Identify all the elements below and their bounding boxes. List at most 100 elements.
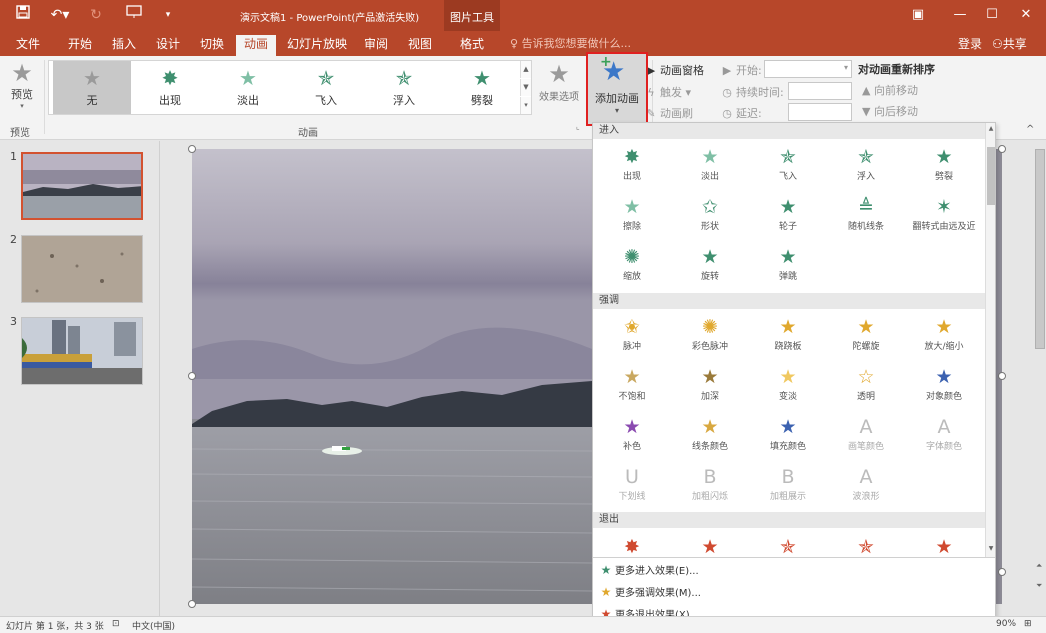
animation-option[interactable]: ✺ 彩色脉冲 xyxy=(671,315,749,363)
gallery-item[interactable]: ★ 劈裂 xyxy=(443,61,521,114)
resize-handle[interactable] xyxy=(188,145,196,153)
animation-painter-button[interactable]: ✎ 动画刷 xyxy=(644,105,693,121)
animation-option[interactable]: ★ 擦除 xyxy=(593,195,671,243)
share-button[interactable]: ⚇共享 xyxy=(992,35,1027,53)
save-icon[interactable] xyxy=(12,4,34,26)
move-earlier-button[interactable]: ▲ 向前移动 xyxy=(862,82,918,98)
animation-option[interactable]: ✺ 缩放 xyxy=(593,245,671,293)
language-status[interactable]: 中文(中国) xyxy=(132,619,175,632)
more-effects-item[interactable]: ★ 更多进入效果(E)... xyxy=(593,559,985,581)
gallery-more-icon[interactable]: ▾ xyxy=(520,97,531,114)
trigger-button[interactable]: ϟ 触发 ▾ xyxy=(644,84,691,100)
resize-handle[interactable] xyxy=(998,568,1006,576)
animation-option[interactable]: ✯ 浮入 xyxy=(827,145,905,193)
animation-option[interactable]: ★ 淡出 xyxy=(671,145,749,193)
gallery-item[interactable]: ✯ 飞入 xyxy=(287,61,365,114)
chevron-up-icon[interactable]: ▲ xyxy=(520,61,531,78)
animation-option[interactable]: ★ 补色 xyxy=(593,415,671,463)
animation-option[interactable]: ★ 弹跳 xyxy=(749,245,827,293)
start-select[interactable]: ▾ xyxy=(764,60,852,78)
add-animation-button[interactable]: + ★ 添加动画 ▾ xyxy=(586,52,648,126)
animation-option[interactable]: ✸ 出现 xyxy=(593,145,671,193)
animation-option[interactable]: ★ 旋转 xyxy=(671,245,749,293)
resize-handle[interactable] xyxy=(998,145,1006,153)
sign-in-link[interactable]: 登录 xyxy=(958,35,982,53)
animation-effect-icon: ≜ xyxy=(858,196,874,218)
scrollbar-thumb[interactable] xyxy=(1035,149,1045,349)
tab-format[interactable]: 格式 xyxy=(452,35,492,56)
preview-star-icon: ★ xyxy=(11,59,33,87)
animation-option[interactable]: ★ 变淡 xyxy=(749,365,827,413)
animation-option[interactable]: ☆ 透明 xyxy=(827,365,905,413)
animation-option[interactable]: ★ 放大/缩小 xyxy=(905,315,983,363)
dialog-launcher-icon[interactable]: ⌞ xyxy=(576,122,580,131)
resize-handle[interactable] xyxy=(188,600,196,608)
customize-qat-icon[interactable]: ▾ xyxy=(160,4,176,26)
ribbon-display-options-icon[interactable]: ▣ xyxy=(904,5,932,25)
chevron-up-icon[interactable]: ⏶ xyxy=(1036,561,1042,571)
animation-option[interactable]: ★ 跷跷板 xyxy=(749,315,827,363)
chevron-down-icon[interactable]: ⏷ xyxy=(1036,581,1042,591)
tab-transitions[interactable]: 切换 xyxy=(192,35,232,56)
animation-effect-icon: ✺ xyxy=(702,316,718,338)
editor-vertical-scrollbar[interactable]: ⏶ ⏷ xyxy=(1034,141,1046,616)
effect-options-button[interactable]: ★ 效果选项 xyxy=(536,60,582,103)
dropdown-scrollbar[interactable]: ▲ ▼ xyxy=(985,123,995,557)
tab-review[interactable]: 审阅 xyxy=(358,35,394,56)
animation-option[interactable]: ≜ 随机线条 xyxy=(827,195,905,243)
tab-design[interactable]: 设计 xyxy=(148,35,188,56)
animation-star-icon: ✯ xyxy=(395,66,413,90)
animation-option-label: 出现 xyxy=(622,172,641,182)
chevron-down-icon[interactable]: ▼ xyxy=(986,545,995,552)
chevron-up-icon[interactable]: ▲ xyxy=(986,125,995,132)
more-effects-item[interactable]: ★ 更多强调效果(M)... xyxy=(593,581,985,603)
slide-picture[interactable] xyxy=(192,149,592,604)
tab-slideshow[interactable]: 幻灯片放映 xyxy=(282,35,352,56)
animation-option[interactable]: ★ 陀螺旋 xyxy=(827,315,905,363)
zoom-level[interactable]: 90% xyxy=(996,619,1016,629)
redo-icon[interactable]: ↻ xyxy=(86,4,106,26)
tell-me-search[interactable]: ♀ 告诉我您想要做什么... xyxy=(510,35,631,53)
collapse-ribbon-icon[interactable]: ^ xyxy=(1026,124,1034,135)
restore-button[interactable]: ☐ xyxy=(978,5,1006,25)
resize-handle[interactable] xyxy=(998,372,1006,380)
animation-option[interactable]: ★ 不饱和 xyxy=(593,365,671,413)
preview-button[interactable]: ★ 预览 ▾ xyxy=(4,60,40,118)
animation-option[interactable]: ★ 加深 xyxy=(671,365,749,413)
tab-file[interactable]: 文件 xyxy=(8,35,48,56)
animation-option[interactable]: ★ 劈裂 xyxy=(905,145,983,193)
slide-thumbnail[interactable] xyxy=(21,317,143,385)
delay-spinner[interactable] xyxy=(788,103,852,121)
duration-spinner[interactable] xyxy=(788,82,852,100)
animation-option[interactable]: ✯ 飞入 xyxy=(749,145,827,193)
animation-option[interactable]: ★ 线条颜色 xyxy=(671,415,749,463)
animation-option-label: 轮子 xyxy=(778,222,797,232)
notes-status-icon[interactable]: ⊡ xyxy=(112,619,120,629)
slide-thumbnail[interactable] xyxy=(21,152,143,220)
animation-option[interactable]: ✩ 形状 xyxy=(671,195,749,243)
gallery-item[interactable]: ★ 无 xyxy=(53,61,131,114)
move-later-button[interactable]: ▼ 向后移动 xyxy=(862,103,918,119)
animation-pane-button[interactable]: ▶ 动画窗格 xyxy=(644,62,704,78)
tab-insert[interactable]: 插入 xyxy=(104,35,144,56)
chevron-down-icon[interactable]: ▼ xyxy=(520,79,531,96)
fit-slide-icon[interactable]: ⊞ xyxy=(1024,619,1032,629)
resize-handle[interactable] xyxy=(188,372,196,380)
gallery-item[interactable]: ✯ 浮入 xyxy=(365,61,443,114)
tab-home[interactable]: 开始 xyxy=(60,35,100,56)
tab-animations[interactable]: 动画 xyxy=(236,35,276,56)
dropdown-scrollbar-thumb[interactable] xyxy=(987,147,995,205)
animation-option[interactable]: ✶ 翻转式由远及近 xyxy=(905,195,983,243)
animation-option[interactable]: ★ 对象颜色 xyxy=(905,365,983,413)
gallery-item[interactable]: ✸ 出现 xyxy=(131,61,209,114)
gallery-item[interactable]: ★ 淡出 xyxy=(209,61,287,114)
animation-option[interactable]: ✬ 脉冲 xyxy=(593,315,671,363)
present-from-start-icon[interactable] xyxy=(122,4,146,26)
undo-icon[interactable]: ↶▾ xyxy=(46,4,74,26)
tab-view[interactable]: 视图 xyxy=(402,35,438,56)
slide-thumbnail[interactable] xyxy=(21,235,143,303)
animation-option[interactable]: ★ 轮子 xyxy=(749,195,827,243)
minimize-button[interactable]: — xyxy=(946,5,974,25)
close-button[interactable]: ✕ xyxy=(1012,5,1040,25)
animation-option[interactable]: ★ 填充颜色 xyxy=(749,415,827,463)
